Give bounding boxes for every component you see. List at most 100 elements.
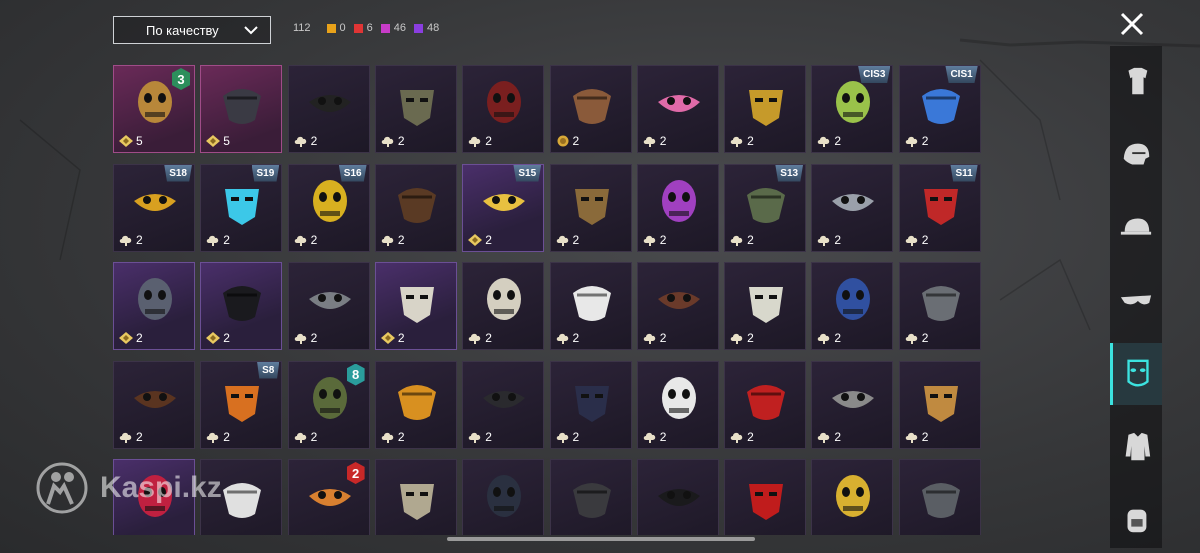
season-badge: S11 [950,164,978,182]
category-tab-glasses[interactable] [1110,270,1162,332]
inventory-item[interactable]: 2 [724,360,807,449]
inventory-item[interactable]: 2 [113,262,195,350]
mask-icon [832,193,875,211]
inventory-item[interactable]: 2 [636,360,719,449]
inventory-item[interactable]: 2 [724,65,807,153]
bp-coin-icon [730,235,743,246]
bp-coin-icon [381,235,394,246]
mask-icon [923,188,958,225]
mask-icon [399,484,434,520]
item-quantity: 2 [294,430,317,444]
inventory-item[interactable]: S15 2 [462,163,545,252]
inventory-item[interactable]: 2 [462,360,545,449]
mask-icon [134,193,176,211]
bp-coin-icon [119,432,132,443]
item-quantity: 2 [643,331,666,345]
inventory-item[interactable]: 35 [113,65,195,153]
inventory-item[interactable]: 2 [374,163,457,252]
inventory-item[interactable]: 2 [549,360,632,449]
inventory-item[interactable]: 2 [811,262,894,350]
inventory-item[interactable]: 82 [287,360,370,449]
category-tab-outfit[interactable] [1110,51,1162,113]
watermark: Kaspi.kz [36,462,222,514]
inventory-item[interactable] [898,459,981,535]
inventory-item[interactable]: 2 [200,262,283,350]
item-quantity: 2 [905,134,928,148]
inventory-item[interactable]: S16 2 [287,163,370,252]
quantity-value: 2 [485,331,492,345]
inventory-item[interactable]: 2 [549,163,632,252]
inventory-item[interactable]: 2 [724,262,807,350]
mask-icon [134,390,176,408]
inventory-item[interactable]: 2 [811,360,894,449]
mask-icon [657,489,700,506]
inventory-item[interactable]: S8 2 [200,360,283,449]
inventory-item[interactable]: 2 [462,262,545,350]
category-tab-helmet[interactable] [1110,124,1162,186]
mask-icon [308,95,351,112]
sort-dropdown[interactable]: По качеству [113,16,271,44]
inventory-item[interactable] [636,459,719,535]
season-badge: S19 [251,164,280,182]
quantity-value: 2 [747,429,754,444]
bp-coin-icon [643,136,656,147]
mask-icon [657,95,700,112]
bp-coin-icon [207,235,219,246]
category-tab-jacket[interactable] [1110,416,1162,478]
quantity-value: 2 [834,232,842,247]
mask-icon [574,385,609,422]
bp-coin-icon [818,136,830,147]
inventory-item[interactable]: 2 [374,360,457,449]
inventory-item[interactable]: 2 [898,360,981,449]
mask-icon [308,292,351,309]
mask-icon [399,90,434,126]
inventory-item[interactable]: 2 [811,163,894,252]
inventory-item[interactable]: 2 [374,262,457,350]
close-button[interactable] [1118,10,1146,38]
mask-icon [312,179,347,222]
inventory-item[interactable] [462,459,545,535]
quantity-value: 2 [485,429,492,444]
inventory-item[interactable] [374,459,457,535]
inventory-item[interactable]: 2 [636,163,719,252]
inventory-item[interactable]: S13 2 [724,163,807,252]
inventory-item[interactable]: S11 2 [898,163,981,252]
item-counts: 112 0 6 46 48 [293,22,447,34]
chevron-down-icon [244,26,258,35]
category-tab-mask[interactable] [1110,343,1162,405]
inventory-item[interactable] [811,459,894,535]
inventory-item[interactable]: 2 [549,262,632,350]
bp-coin-icon [818,235,830,246]
inventory-item[interactable]: 2 [898,262,981,350]
mask-icon [921,483,960,518]
inventory-item[interactable] [724,459,807,535]
scrollbar[interactable] [447,537,755,541]
item-quantity: 2 [206,331,230,345]
item-quantity: 2 [643,430,666,444]
inventory-item[interactable]: CIS1 2 [898,65,981,153]
tier-count-red: 6 [353,22,373,34]
item-quantity: 2 [817,430,841,444]
category-tab-backpack[interactable] [1110,489,1162,551]
inventory-item[interactable] [549,459,632,535]
inventory-item[interactable]: CIS3 2 [811,65,894,153]
inventory-item[interactable]: S19 2 [200,163,283,252]
bp-coin-icon [905,136,917,147]
mask-icon [661,179,696,222]
inventory-item[interactable]: 2 [462,65,545,153]
outfit-icon [1128,67,1148,95]
inventory-item[interactable]: 2 [549,65,632,153]
inventory-item[interactable]: 2 [287,65,370,153]
inventory-item[interactable]: 2 [636,262,719,350]
mask-icon [399,287,434,323]
inventory-item[interactable]: 5 [200,65,283,153]
category-tab-hat[interactable] [1110,197,1162,259]
inventory-item[interactable]: 2 [113,360,195,449]
inventory-item[interactable]: 2 [287,459,370,535]
inventory-item[interactable]: S18 2 [113,163,195,252]
inventory-item[interactable]: 2 [636,65,719,153]
inventory-item[interactable]: 2 [287,262,370,350]
inventory-item[interactable]: 2 [374,65,457,153]
item-quantity: 2 [119,430,143,444]
quantity-value: 2 [310,232,318,247]
